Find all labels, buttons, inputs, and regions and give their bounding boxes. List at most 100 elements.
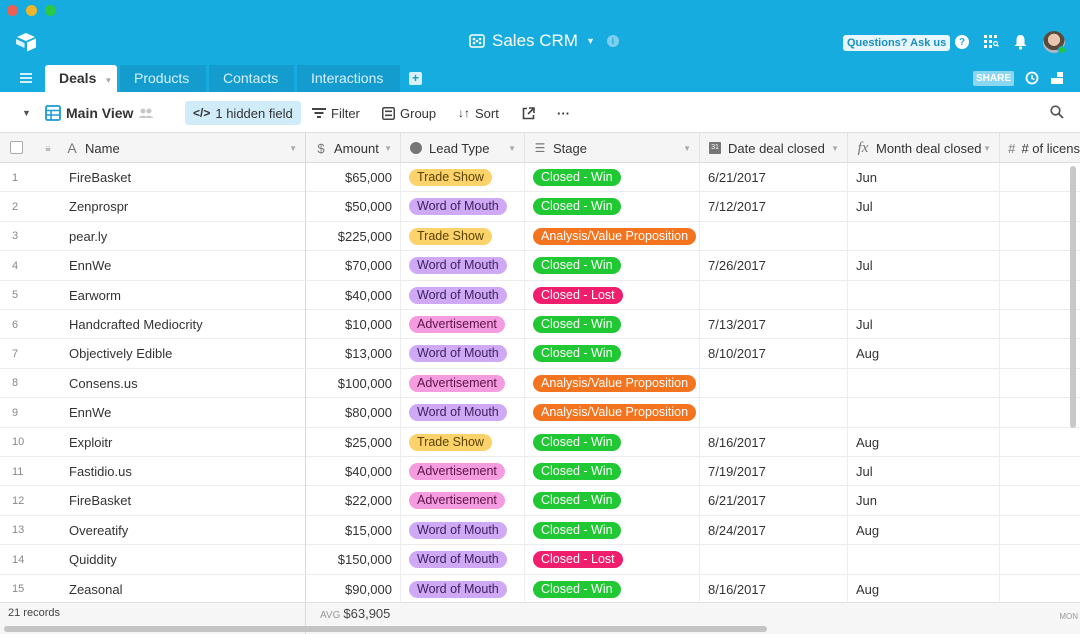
cell-amount[interactable]: $65,000 xyxy=(306,163,401,192)
cell-date-closed[interactable]: 6/21/2017 xyxy=(700,163,848,192)
cell-name[interactable]: FireBasket xyxy=(33,163,306,192)
cell-lead-type[interactable]: Advertisement xyxy=(401,457,525,486)
base-title[interactable]: Sales CRM ▼ i xyxy=(468,31,619,51)
table-row[interactable]: 12 FireBasket $22,000 Advertisement Clos… xyxy=(0,486,1080,516)
cell-lead-type[interactable]: Word of Mouth xyxy=(401,339,525,369)
cell-licenses[interactable] xyxy=(1000,163,1080,192)
notifications-bell-icon[interactable] xyxy=(1013,34,1028,50)
table-row[interactable]: 3 pear.ly $225,000 Trade Show Analysis/V… xyxy=(0,221,1080,252)
table-row[interactable]: 5 Earworm $40,000 Word of Mouth Closed -… xyxy=(0,280,1080,310)
share-view-button[interactable] xyxy=(522,101,535,125)
cell-date-closed[interactable] xyxy=(700,368,848,398)
cell-amount[interactable]: $40,000 xyxy=(306,457,401,486)
chevron-down-icon[interactable]: ▼ xyxy=(104,76,112,85)
horizontal-scrollbar[interactable] xyxy=(4,626,767,632)
info-icon[interactable]: i xyxy=(606,35,619,47)
hamburger-menu-icon[interactable] xyxy=(20,72,32,84)
cell-name[interactable]: Zenprospr xyxy=(33,192,306,222)
vertical-scrollbar[interactable] xyxy=(1070,166,1076,428)
cell-month-closed[interactable] xyxy=(848,280,1000,310)
cell-lead-type[interactable]: Advertisement xyxy=(401,486,525,516)
table-row[interactable]: 10 Exploitr $25,000 Trade Show Closed - … xyxy=(0,427,1080,457)
cell-date-closed[interactable]: 7/12/2017 xyxy=(700,192,848,222)
chevron-down-icon[interactable]: ▼ xyxy=(983,144,991,153)
cell-month-closed[interactable]: Jul xyxy=(848,192,1000,222)
cell-licenses[interactable] xyxy=(1000,398,1080,427)
cell-licenses[interactable] xyxy=(1000,545,1080,574)
table-row[interactable]: 13 Overeatify $15,000 Word of Mouth Clos… xyxy=(0,515,1080,546)
cell-stage[interactable]: Closed - Win xyxy=(525,574,700,604)
table-row[interactable]: 7 Objectively Edible $13,000 Word of Mou… xyxy=(0,339,1080,369)
cell-stage[interactable]: Closed - Win xyxy=(525,339,700,369)
cell-month-closed[interactable]: Aug xyxy=(848,515,1000,545)
cell-month-closed[interactable]: Aug xyxy=(848,339,1000,369)
table-row[interactable]: 9 EnnWe $80,000 Word of Mouth Analysis/V… xyxy=(0,398,1080,428)
cell-licenses[interactable] xyxy=(1000,516,1080,545)
cell-lead-type[interactable]: Word of Mouth xyxy=(401,280,525,310)
column-header-lead-type[interactable]: Lead Type ▼ xyxy=(401,133,525,163)
column-header-amount[interactable]: $ Amount ▼ xyxy=(306,133,401,163)
select-all-checkbox[interactable] xyxy=(10,141,23,154)
cell-month-closed[interactable] xyxy=(848,221,1000,251)
cell-stage[interactable]: Analysis/Value Proposition xyxy=(525,398,700,428)
chevron-down-icon[interactable]: ▼ xyxy=(289,144,297,153)
cell-month-closed[interactable]: Aug xyxy=(848,427,1000,457)
cell-amount[interactable]: $100,000 xyxy=(306,368,401,398)
cell-lead-type[interactable]: Word of Mouth xyxy=(401,251,525,281)
minimize-window-button[interactable] xyxy=(26,5,37,16)
cell-month-closed[interactable]: Jun xyxy=(848,163,1000,192)
cell-date-closed[interactable]: 8/16/2017 xyxy=(700,574,848,604)
table-row[interactable]: 1 FireBasket $65,000 Trade Show Closed -… xyxy=(0,163,1080,193)
cell-stage[interactable]: Closed - Win xyxy=(525,192,700,222)
cell-stage[interactable]: Closed - Lost xyxy=(525,545,700,575)
share-button[interactable]: SHARE xyxy=(973,71,1015,86)
cell-amount[interactable]: $90,000 xyxy=(306,574,401,604)
blocks-icon[interactable] xyxy=(1050,71,1064,85)
cell-month-closed[interactable]: Aug xyxy=(848,574,1000,604)
cell-name[interactable]: Earworm xyxy=(33,280,306,310)
cell-stage[interactable]: Closed - Win xyxy=(525,163,700,192)
cell-amount[interactable]: $40,000 xyxy=(306,280,401,310)
help-icon[interactable]: ? xyxy=(955,35,969,49)
cell-stage[interactable]: Closed - Win xyxy=(525,251,700,281)
column-header-stage[interactable]: ☰ Stage ▼ xyxy=(525,133,700,163)
cell-month-closed[interactable]: Jun xyxy=(848,486,1000,516)
cell-lead-type[interactable]: Word of Mouth xyxy=(401,192,525,222)
hidden-fields-button[interactable]: </> 1 hidden field xyxy=(185,101,301,125)
table-row[interactable]: 4 EnnWe $70,000 Word of Mouth Closed - W… xyxy=(0,251,1080,281)
cell-licenses[interactable] xyxy=(1000,310,1080,339)
view-switcher[interactable]: Main View xyxy=(45,101,154,125)
amount-summary[interactable]: AVG $63,905 xyxy=(320,606,390,621)
cell-date-closed[interactable]: 8/16/2017 xyxy=(700,427,848,457)
column-header-name[interactable]: 🔒︎ A Name ▼ xyxy=(33,133,306,163)
cell-lead-type[interactable]: Word of Mouth xyxy=(401,515,525,545)
cell-stage[interactable]: Closed - Lost xyxy=(525,280,700,310)
column-header-month-closed[interactable]: fx Month deal closed ▼ xyxy=(848,133,1000,163)
cell-date-closed[interactable] xyxy=(700,545,848,575)
cell-month-closed[interactable] xyxy=(848,398,1000,428)
cell-amount[interactable]: $225,000 xyxy=(306,221,401,251)
cell-stage[interactable]: Closed - Win xyxy=(525,310,700,339)
maximize-window-button[interactable] xyxy=(45,5,56,16)
chevron-down-icon[interactable]: ▼ xyxy=(586,36,595,46)
cell-name[interactable]: EnnWe xyxy=(33,251,306,281)
cell-amount[interactable]: $15,000 xyxy=(306,515,401,545)
sort-button[interactable]: ↓↑ Sort xyxy=(458,101,499,125)
questions-ask-us-button[interactable]: Questions? Ask us xyxy=(843,35,951,51)
table-row[interactable]: 15 Zeasonal $90,000 Word of Mouth Closed… xyxy=(0,574,1080,604)
cell-licenses[interactable] xyxy=(1000,339,1080,368)
view-list-toggle-icon[interactable]: ▼ xyxy=(22,101,31,125)
cell-date-closed[interactable]: 7/26/2017 xyxy=(700,251,848,281)
cell-amount[interactable]: $13,000 xyxy=(306,339,401,369)
cell-licenses[interactable] xyxy=(1000,192,1080,221)
cell-name[interactable]: pear.ly xyxy=(33,221,306,251)
cell-licenses[interactable] xyxy=(1000,575,1080,604)
user-avatar[interactable] xyxy=(1043,31,1066,54)
cell-licenses[interactable] xyxy=(1000,222,1080,251)
cell-date-closed[interactable]: 8/10/2017 xyxy=(700,339,848,369)
tab-products[interactable]: Products xyxy=(120,65,206,92)
cell-lead-type[interactable]: Trade Show xyxy=(401,163,525,192)
tab-deals[interactable]: Deals ▼ xyxy=(45,65,117,92)
filter-button[interactable]: Filter xyxy=(312,101,360,125)
chevron-down-icon[interactable]: ▼ xyxy=(508,144,516,153)
